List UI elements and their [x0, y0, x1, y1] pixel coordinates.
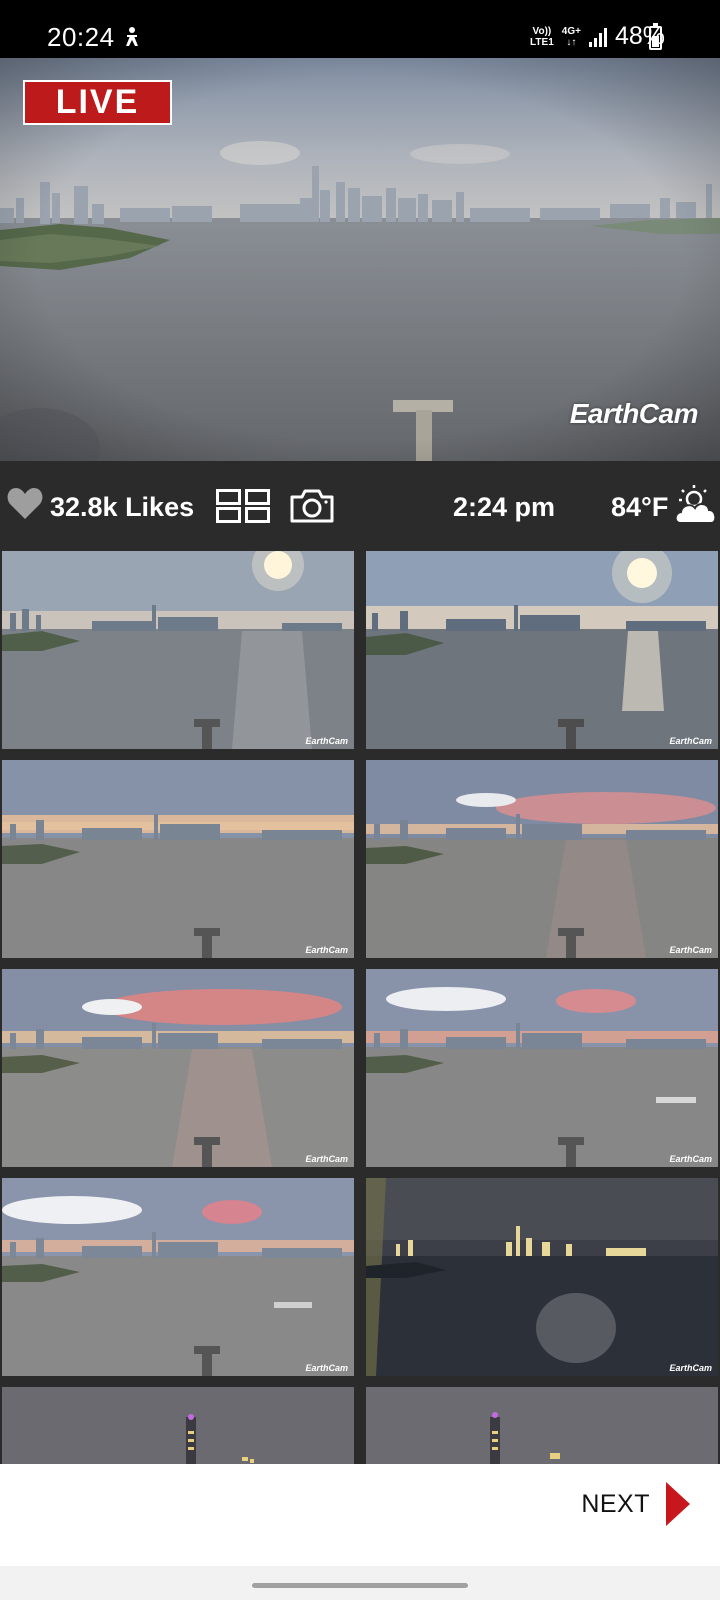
grid-view-icon[interactable] [216, 489, 270, 523]
snapshot-thumbnail[interactable]: EarthCam [366, 969, 718, 1167]
thumbnail-watermark: EarthCam [305, 736, 348, 746]
next-arrow-icon [666, 1482, 690, 1526]
temperature: 84°F [611, 492, 669, 522]
status-bar: 20:24 Vo)) LTE1 4G+ ↓↑ 48% [0, 0, 720, 58]
info-bar: 32.8k Likes 2:24 pm 84°F [0, 461, 720, 551]
snapshot-thumbnail[interactable]: EarthCam [366, 1178, 718, 1376]
status-time: 20:24 [47, 22, 115, 52]
local-time: 2:24 pm [453, 492, 556, 522]
thumbnail-watermark: EarthCam [305, 1363, 348, 1373]
partly-cloudy-icon [674, 485, 717, 524]
snapshot-thumbnail[interactable]: EarthCam [2, 760, 354, 958]
snapshot-thumbnail[interactable]: EarthCam [2, 1178, 354, 1376]
earthcam-watermark: EarthCam [569, 398, 699, 429]
next-button[interactable]: NEXT [581, 1482, 690, 1526]
volte-indicator: Vo)) LTE1 [530, 25, 554, 48]
live-camera-view[interactable]: LIVE EarthCam [0, 58, 720, 461]
thumbnail-watermark: EarthCam [669, 736, 712, 746]
live-badge: LIVE [23, 80, 172, 125]
snapshot-thumbnail[interactable]: EarthCam [366, 551, 718, 749]
home-gesture-handle[interactable] [252, 1583, 468, 1588]
battery-icon [649, 23, 662, 50]
snapshot-grid: EarthCam EarthCam EarthCam EarthCam Eart… [0, 551, 720, 1464]
thumbnail-watermark: EarthCam [669, 945, 712, 955]
camera-icon[interactable] [289, 488, 335, 524]
person-icon [126, 27, 138, 46]
snapshot-thumbnail[interactable]: EarthCam [366, 760, 718, 958]
thumbnail-watermark: EarthCam [669, 1363, 712, 1373]
thumbnail-watermark: EarthCam [305, 945, 348, 955]
likes-count: 32.8k Likes [50, 492, 195, 522]
snapshot-thumbnail[interactable]: EarthCam [2, 551, 354, 749]
gesture-navigation-area [0, 1566, 720, 1600]
snapshot-thumbnail[interactable] [366, 1387, 718, 1464]
next-label: NEXT [581, 1489, 650, 1518]
snapshot-thumbnail[interactable] [2, 1387, 354, 1464]
thumbnail-watermark: EarthCam [669, 1154, 712, 1164]
heart-icon[interactable] [6, 485, 44, 521]
bottom-navigation: NEXT [0, 1464, 720, 1566]
status-indicators: Vo)) LTE1 4G+ ↓↑ 48% [530, 22, 665, 51]
snapshot-thumbnail[interactable]: EarthCam [2, 969, 354, 1167]
thumbnail-watermark: EarthCam [305, 1154, 348, 1164]
signal-icon [588, 27, 607, 47]
network-type-indicator: 4G+ ↓↑ [561, 25, 581, 48]
